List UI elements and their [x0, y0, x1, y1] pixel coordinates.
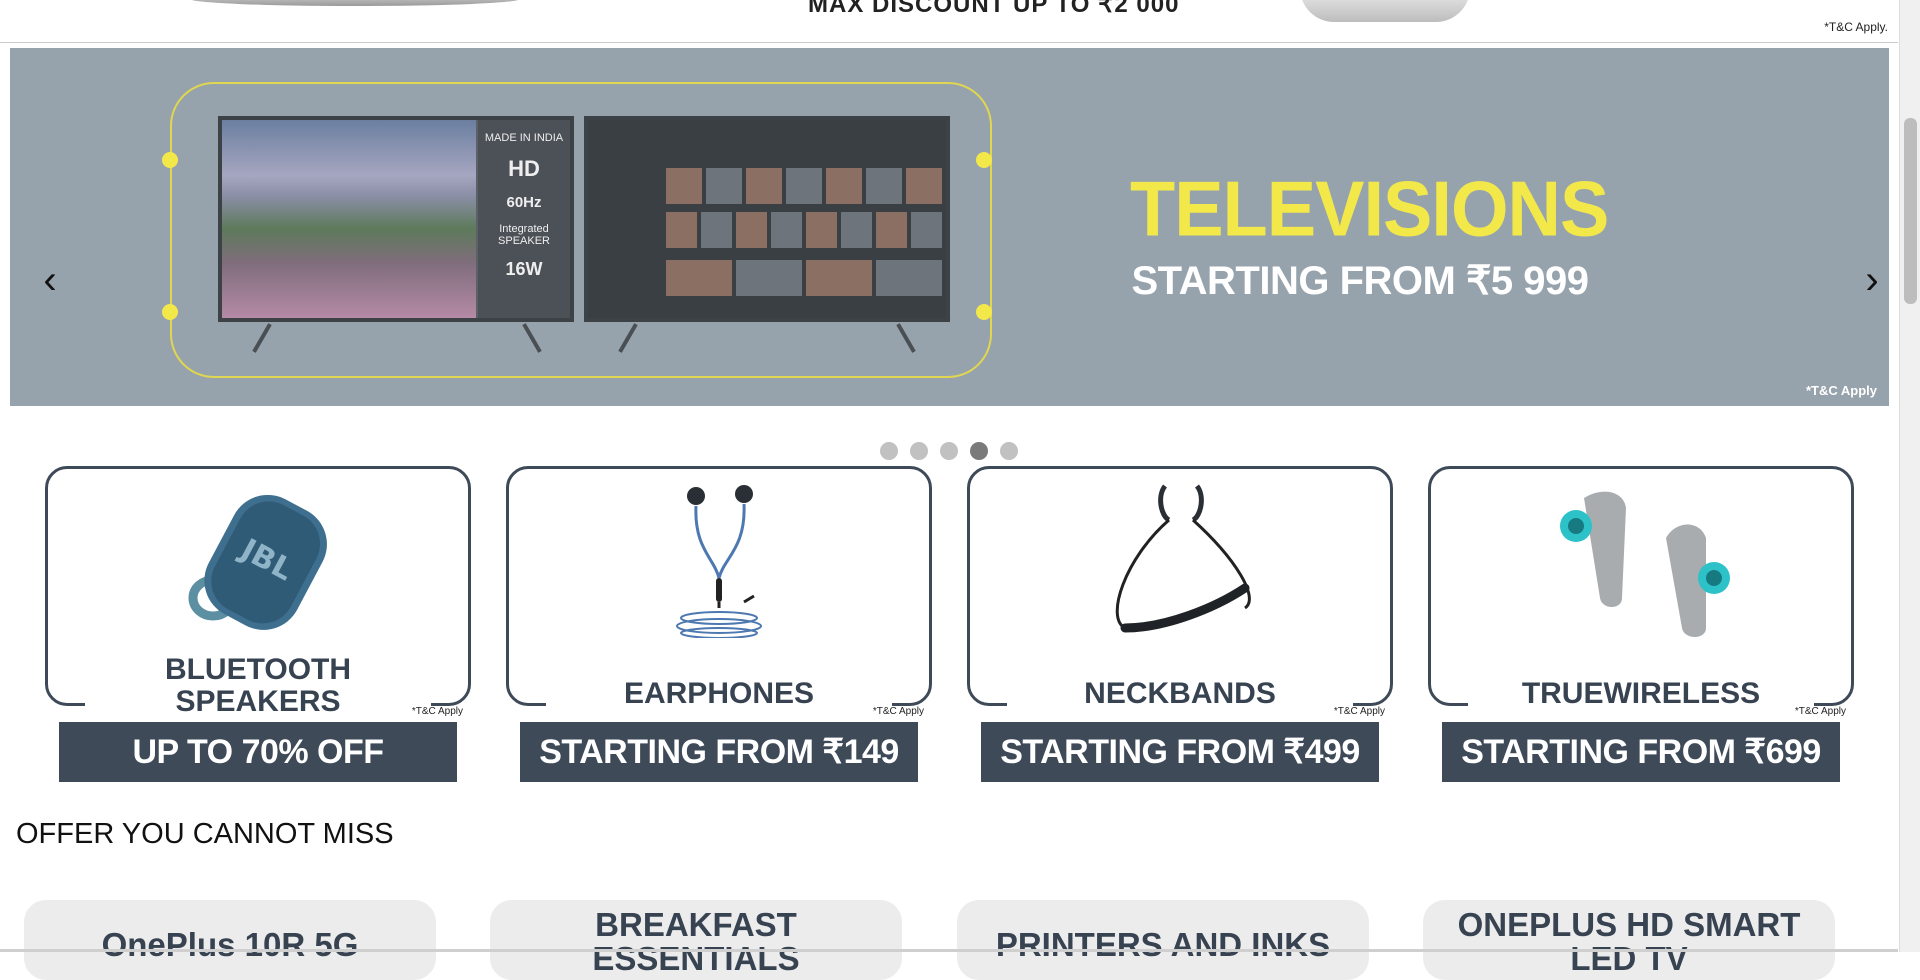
section-title: OFFER YOU CANNOT MISS — [16, 818, 394, 850]
banner-tnc: *T&C Apply. — [1824, 20, 1888, 34]
offer-card-oneplus-tv[interactable]: ONEPLUS HD SMART LED TV — [1423, 900, 1835, 980]
category-tnc: *T&C Apply — [409, 706, 465, 717]
offer-card-breakfast[interactable]: BREAKFAST ESSENTIALS — [490, 900, 902, 980]
offer-card-label: ONEPLUS HD SMART LED TV — [1457, 906, 1801, 977]
carousel-pagination — [880, 442, 1018, 460]
spec-wattage: 16W — [505, 259, 543, 279]
banner-product-image-right — [1300, 0, 1470, 22]
offer-card-label: PRINTERS AND INKS — [995, 926, 1331, 963]
carousel-prev-icon[interactable]: ‹ — [30, 260, 70, 300]
offer-card-label: OnePlus 10R 5G — [101, 926, 359, 963]
spec-made-in-india: MADE IN INDIA — [484, 132, 564, 144]
carousel-dot-3[interactable] — [940, 442, 958, 460]
offer-card-label: BREAKFAST ESSENTIALS — [592, 906, 800, 977]
hero-title: TELEVISIONS — [1130, 164, 1609, 253]
hero-tnc: *T&C Apply — [1805, 383, 1877, 398]
carousel-dot-5[interactable] — [1000, 442, 1018, 460]
earphones-icon — [676, 485, 762, 638]
category-name: TRUEWIRELESS — [1468, 678, 1814, 710]
scrollbar-thumb[interactable] — [1904, 118, 1917, 304]
category-card-neckbands[interactable]: NECKBANDS *T&C Apply STARTING FROM ₹499 — [967, 466, 1393, 782]
category-offer: STARTING FROM ₹149 — [520, 722, 918, 782]
category-name: NECKBANDS — [1007, 678, 1353, 710]
frame-dot — [162, 304, 178, 320]
category-tnc: *T&C Apply — [870, 706, 926, 717]
jbl-speaker-icon: JBL — [188, 494, 327, 630]
category-offer: STARTING FROM ₹699 — [1442, 722, 1840, 782]
category-offer: UP TO 70% OFF — [59, 722, 457, 782]
category-tnc: *T&C Apply — [1331, 706, 1387, 717]
hero-subtitle: STARTING FROM ₹5 999 — [1131, 259, 1590, 303]
category-card-bluetooth-speakers[interactable]: JBL BLUETOOTH SPEAKERS *T&C Apply UP TO … — [45, 466, 471, 782]
landscape-screen — [222, 120, 476, 318]
app-row — [666, 168, 942, 204]
frame-dot — [976, 152, 992, 168]
offer-card-printers[interactable]: PRINTERS AND INKS — [957, 900, 1369, 980]
category-offer: STARTING FROM ₹499 — [981, 722, 1379, 782]
page-scrollbar[interactable] — [1899, 0, 1920, 952]
banner-headline: MAX DISCOUNT UP TO ₹2 000 — [808, 0, 1180, 18]
neckband-icon — [1115, 484, 1251, 633]
category-card-truewireless[interactable]: TRUEWIRELESS *T&C Apply STARTING FROM ₹6… — [1428, 466, 1854, 782]
television-image-smart — [584, 116, 950, 322]
category-name: BLUETOOTH SPEAKERS — [85, 654, 431, 718]
television-image-hd: MADE IN INDIA HD 60Hz Integrated SPEAKER… — [218, 116, 574, 322]
spec-hd: HD — [508, 156, 540, 181]
carousel-dot-2[interactable] — [910, 442, 928, 460]
frame-dot — [162, 152, 178, 168]
spec-speaker: Integrated SPEAKER — [498, 223, 550, 247]
frame-dot — [976, 304, 992, 320]
hero-carousel-slide[interactable]: MADE IN INDIA HD 60Hz Integrated SPEAKER… — [10, 48, 1889, 406]
spec-refresh: 60Hz — [506, 194, 542, 211]
category-card-earphones[interactable]: EARPHONES *T&C Apply STARTING FROM ₹149 — [506, 466, 932, 782]
carousel-dot-1[interactable] — [880, 442, 898, 460]
category-name: EARPHONES — [546, 678, 892, 710]
earbuds-icon — [1560, 491, 1730, 637]
tv-spec-panel: MADE IN INDIA HD 60Hz Integrated SPEAKER… — [478, 120, 570, 318]
movie-row — [666, 212, 942, 248]
previous-banner[interactable]: MAX DISCOUNT UP TO ₹2 000 *T&C Apply. — [0, 0, 1898, 43]
banner-product-image — [190, 0, 520, 6]
carousel-next-icon[interactable]: › — [1852, 260, 1889, 300]
movie-row — [666, 260, 942, 296]
category-tnc: *T&C Apply — [1792, 706, 1848, 717]
carousel-dot-4[interactable] — [970, 442, 988, 460]
offer-card-oneplus-10r[interactable]: OnePlus 10R 5G — [24, 900, 436, 980]
